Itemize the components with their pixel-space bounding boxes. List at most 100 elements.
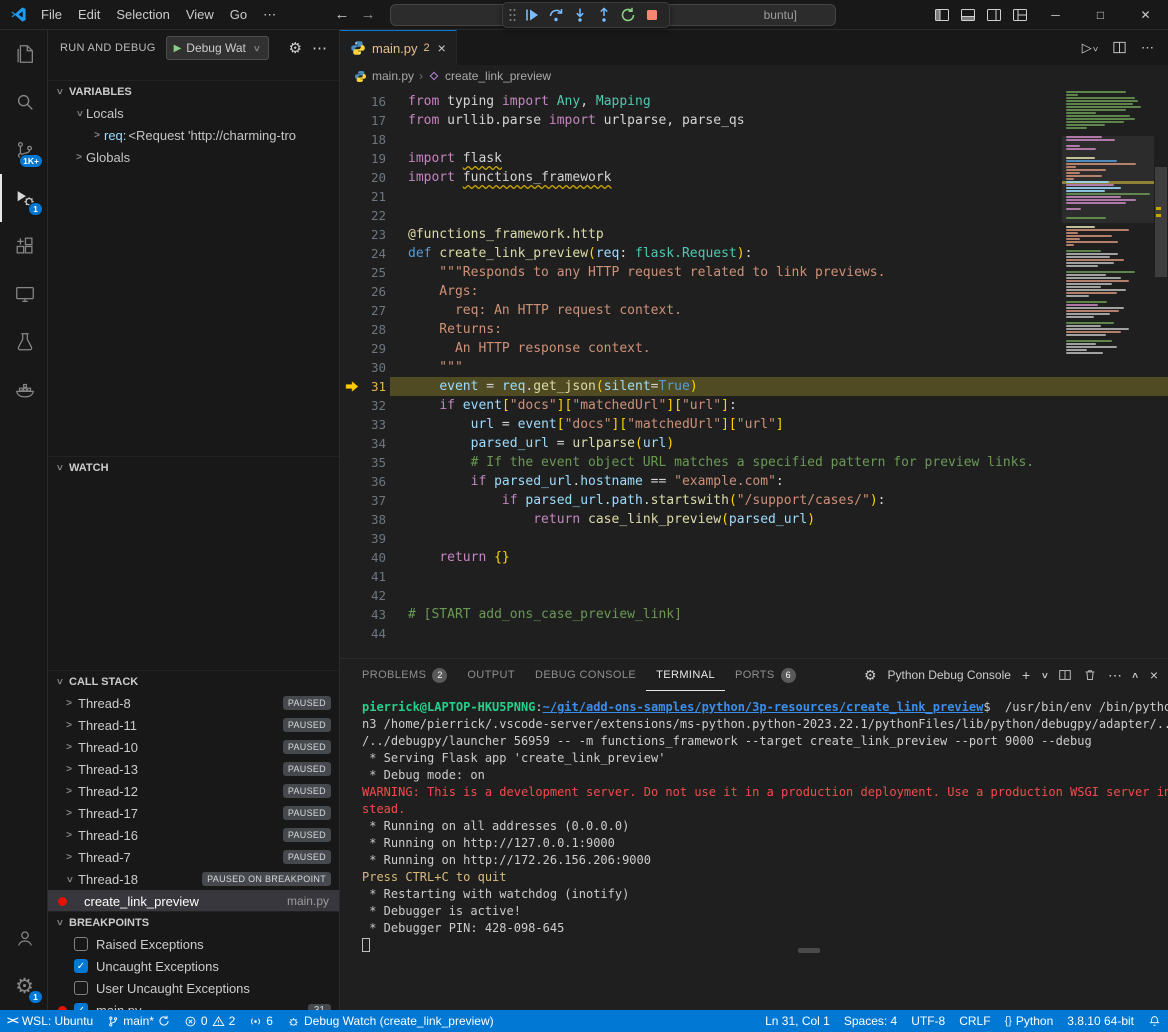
menu-item-view[interactable]: View [178,0,222,30]
debug-continue-button[interactable] [521,4,543,26]
callstack-thread-row[interactable]: >Thread-17PAUSED [48,802,339,824]
tab-main-py[interactable]: main.py 2 × [340,30,457,65]
callstack-thread-row[interactable]: >Thread-8PAUSED [48,692,339,714]
activitybar-extensions-icon[interactable] [0,222,47,270]
code-line[interactable]: 19import flask [340,149,1168,168]
debug-step-into-button[interactable] [569,4,591,26]
breakpoint-checkbox[interactable]: ✓ [74,959,88,973]
terminal-scrollbar[interactable] [798,948,820,953]
eol-status[interactable]: CRLF [952,1010,997,1032]
toggle-panel-icon[interactable] [955,0,981,30]
code-line[interactable]: 21 [340,187,1168,206]
panel-tab-output[interactable]: OUTPUT [457,659,525,691]
activitybar-testing-icon[interactable] [0,318,47,366]
editor-more-actions-icon[interactable]: ⋯ [1141,40,1154,56]
breakpoint-row[interactable]: ✓Uncaught Exceptions [48,955,339,977]
scrollbar-thumb[interactable] [1155,167,1167,277]
code-line[interactable]: 30 """ [340,358,1168,377]
panel-tab-ports[interactable]: PORTS6 [725,659,806,691]
debug-restart-button[interactable] [617,4,639,26]
debug-config-dropdown[interactable]: ▶ Debug Wat > [166,36,269,60]
code-line[interactable]: 34 parsed_url = urlparse(url) [340,434,1168,453]
minimap[interactable] [1062,87,1154,658]
remote-indicator[interactable]: >< WSL: Ubuntu [0,1010,100,1032]
callstack-thread-row[interactable]: >Thread-12PAUSED [48,780,339,802]
ports-status[interactable]: 6 [242,1010,280,1032]
breakpoint-row[interactable]: User Uncaught Exceptions [48,977,339,999]
code-line[interactable]: 16from typing import Any, Mapping [340,92,1168,111]
run-python-file-button[interactable]: ▷> [1082,40,1098,56]
debug-step-out-button[interactable] [593,4,615,26]
activitybar-docker-icon[interactable] [0,366,47,414]
callstack-section-header[interactable]: > CALL STACK [48,670,339,692]
code-line[interactable]: 32 if event["docs"]["matchedUrl"]["url"]… [340,396,1168,415]
code-line[interactable]: 24def create_link_preview(req: flask.Req… [340,244,1168,263]
close-panel-icon[interactable]: × [1150,667,1158,683]
code-line[interactable]: 23@functions_framework.http [340,225,1168,244]
activitybar-run-and-debug-icon[interactable]: 1 [0,174,47,222]
breakpoint-checkbox[interactable] [74,981,88,995]
activitybar-explorer-icon[interactable] [0,30,47,78]
close-window-icon[interactable]: ✕ [1123,0,1168,30]
drag-handle-icon[interactable] [509,8,516,22]
code-line[interactable]: 38 return case_link_preview(parsed_url) [340,510,1168,529]
code-line[interactable]: 31 event = req.get_json(silent=True) [340,377,1168,396]
kill-terminal-icon[interactable] [1083,668,1097,682]
language-status[interactable]: {} Python [998,1010,1061,1032]
python-interpreter-status[interactable]: 3.8.10 64-bit [1060,1010,1141,1032]
debug-session-status[interactable]: Debug Watch (create_link_preview) [280,1010,501,1032]
panel-tab-problems[interactable]: PROBLEMS2 [352,659,457,691]
breakpoint-checkbox[interactable] [74,937,88,951]
variables-section-header[interactable]: > VARIABLES [48,80,339,102]
code-editor[interactable]: 16from typing import Any, Mapping17from … [340,87,1168,658]
code-line[interactable]: 37 if parsed_url.path.startswith("/suppo… [340,491,1168,510]
watch-section-header[interactable]: > WATCH [48,456,339,478]
problems-status[interactable]: 0 2 [177,1010,242,1032]
code-line[interactable]: 29 An HTTP response context. [340,339,1168,358]
maximize-panel-icon[interactable]: > [1130,672,1141,678]
notifications-bell[interactable] [1141,1010,1168,1032]
code-line[interactable]: 42 [340,586,1168,605]
panel-tab-debug-console[interactable]: DEBUG CONSOLE [525,659,646,691]
close-tab-icon[interactable]: × [438,40,446,56]
code-line[interactable]: 33 url = event["docs"]["matchedUrl"]["ur… [340,415,1168,434]
callstack-thread-row[interactable]: >Thread-7PAUSED [48,846,339,868]
code-line[interactable]: 36 if parsed_url.hostname == "example.co… [340,472,1168,491]
git-branch-status[interactable]: main* [100,1010,177,1032]
activitybar-remote-explorer-icon[interactable] [0,270,47,318]
nav-forward-icon[interactable]: → [356,0,380,30]
breadcrumb-file[interactable]: main.py [372,69,414,83]
menu-item-selection[interactable]: Selection [108,0,177,30]
nav-back-icon[interactable]: ← [330,0,354,30]
breadcrumb-symbol[interactable]: create_link_preview [445,69,551,83]
encoding-status[interactable]: UTF-8 [904,1010,952,1032]
code-line[interactable]: 40 return {} [340,548,1168,567]
callstack-thread-row[interactable]: >Thread-18PAUSED ON BREAKPOINT [48,868,339,890]
code-line[interactable]: 26 Args: [340,282,1168,301]
toggle-sidebar-icon[interactable] [929,0,955,30]
code-line[interactable]: 27 req: An HTTP request context. [340,301,1168,320]
breakpoint-row[interactable]: Raised Exceptions [48,933,339,955]
callstack-thread-row[interactable]: >Thread-16PAUSED [48,824,339,846]
launch-config-gear-icon[interactable]: ⚙ [289,39,302,57]
toggle-secondary-sidebar-icon[interactable] [981,0,1007,30]
code-line[interactable]: 41 [340,567,1168,586]
variable-row[interactable]: >req: <Request 'http://charming-tro [48,124,339,146]
code-line[interactable]: 39 [340,529,1168,548]
terminal[interactable]: pierrick@LAPTOP-HKU5PNNG:~/git/add-ons-s… [340,691,1168,1010]
code-line[interactable]: 43# [START add_ons_case_preview_link] [340,605,1168,624]
activitybar-source-control-icon[interactable]: 1K+ [0,126,47,174]
debug-stop-button[interactable] [641,4,663,26]
customize-layout-icon[interactable] [1007,0,1033,30]
code-line[interactable]: 18 [340,130,1168,149]
callstack-thread-row[interactable]: >Thread-13PAUSED [48,758,339,780]
callstack-thread-row[interactable]: >Thread-11PAUSED [48,714,339,736]
variable-row[interactable]: >Globals [48,146,339,168]
split-editor-icon[interactable] [1112,40,1127,55]
code-line[interactable]: 17from urllib.parse import urlparse, par… [340,111,1168,130]
code-line[interactable]: 22 [340,206,1168,225]
split-terminal-icon[interactable] [1058,668,1072,682]
breakpoints-section-header[interactable]: > BREAKPOINTS [48,911,339,933]
maximize-window-icon[interactable]: □ [1078,0,1123,30]
code-line[interactable]: 20import functions_framework [340,168,1168,187]
